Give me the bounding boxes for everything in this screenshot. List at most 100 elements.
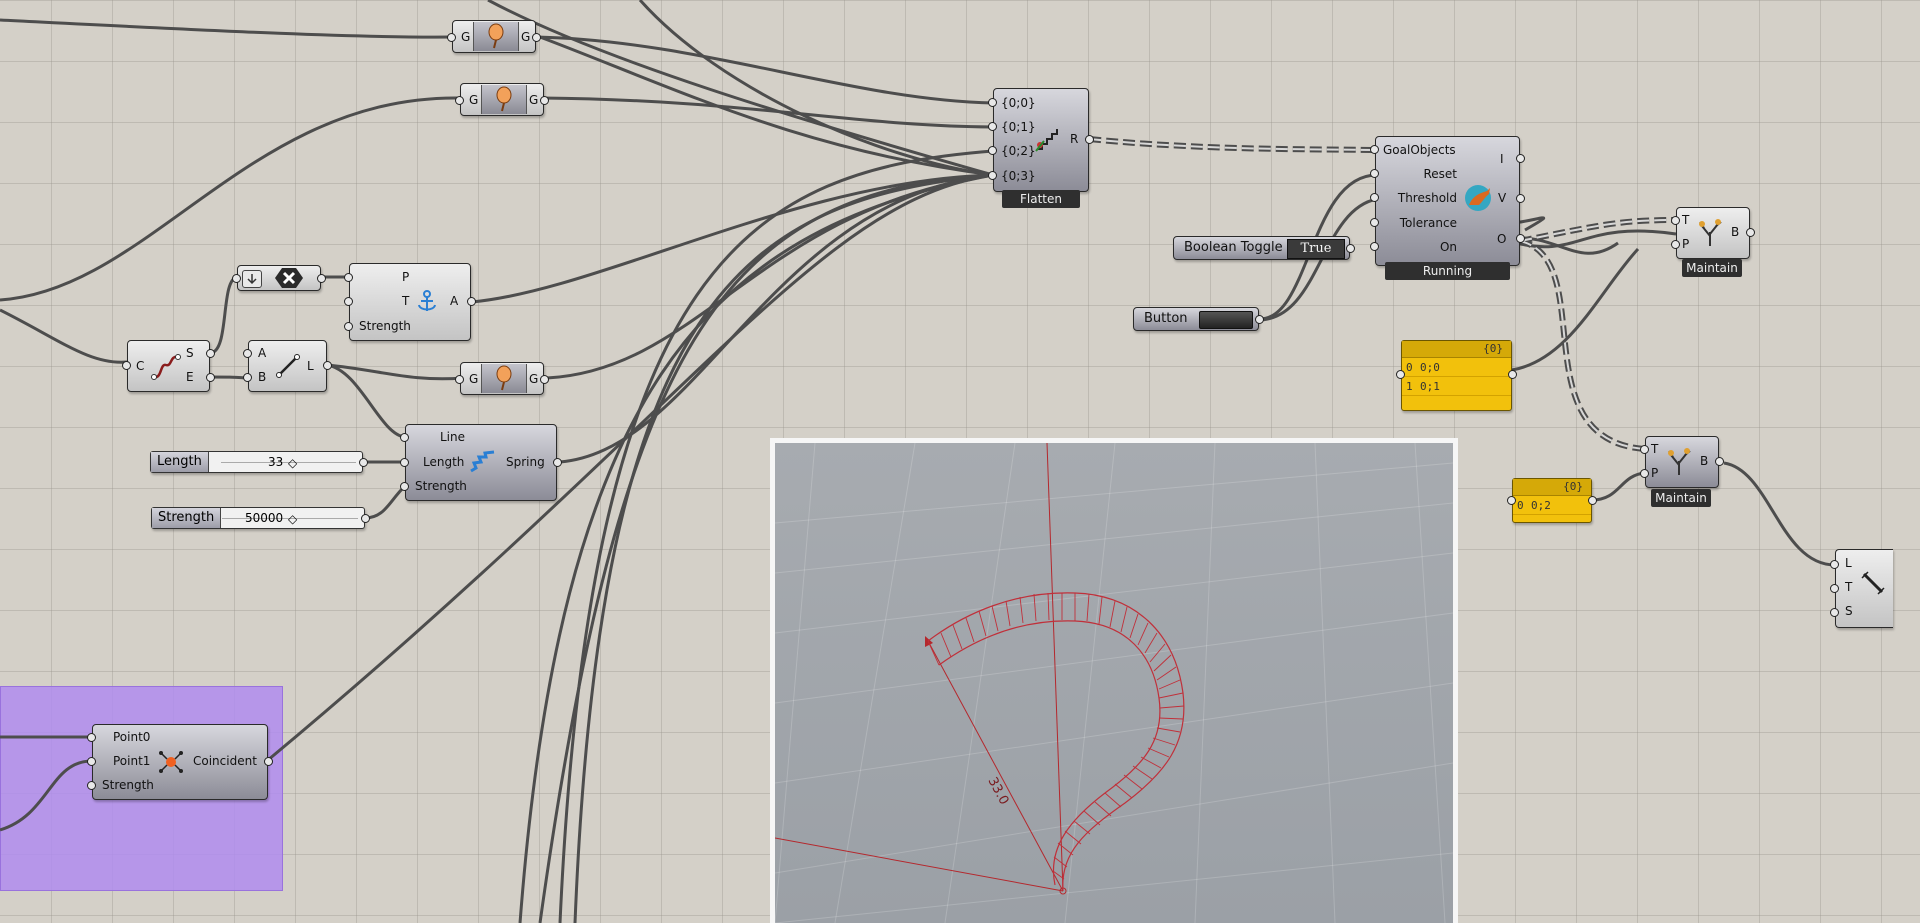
input-grip[interactable] <box>400 433 409 442</box>
input-grip[interactable] <box>1370 145 1379 154</box>
toggle-value[interactable]: True <box>1287 239 1345 259</box>
length-slider[interactable]: Length 33 ◇ <box>150 451 363 473</box>
anchor-output[interactable]: A <box>450 294 458 308</box>
output-grip[interactable] <box>1516 234 1525 243</box>
coincident-component[interactable]: Point0 Point1 Strength Coincident <box>92 724 268 800</box>
output-grip[interactable] <box>1746 228 1755 237</box>
solver-output-v[interactable]: V <box>1498 191 1506 205</box>
input-grip[interactable] <box>1396 370 1405 379</box>
output-grip[interactable] <box>540 375 549 384</box>
spring-component[interactable]: Line Length Strength Spring <box>405 424 557 501</box>
merge-input-3[interactable]: {0;3} <box>1001 169 1036 183</box>
output-grip[interactable] <box>540 96 549 105</box>
input-grip[interactable] <box>1671 240 1680 249</box>
pull-component-3[interactable]: G G <box>460 362 544 395</box>
input-grip[interactable] <box>87 733 96 742</box>
output-grip[interactable] <box>317 274 326 283</box>
output-grip[interactable] <box>206 349 215 358</box>
input-grip[interactable] <box>455 96 464 105</box>
endpoints-input-c[interactable]: C <box>136 359 144 373</box>
line-input-a[interactable]: A <box>258 346 266 360</box>
input-grip[interactable] <box>1640 445 1649 454</box>
input-grip[interactable] <box>122 361 131 370</box>
input-grip[interactable] <box>1370 169 1379 178</box>
anchor-component[interactable]: P T Strength A <box>349 263 471 341</box>
output-grip[interactable] <box>553 458 562 467</box>
grasshopper-canvas[interactable]: G G G G G G {0;0} {0;1} {0;2} {0;3} R Fl… <box>0 0 1920 923</box>
coincident-input-point1[interactable]: Point1 <box>113 754 150 768</box>
input-grip[interactable] <box>455 375 464 384</box>
solver-input-threshold[interactable]: Threshold <box>1398 191 1457 205</box>
solver-input-goalobjects[interactable]: GoalObjects <box>1383 143 1456 157</box>
output-grip[interactable] <box>264 757 273 766</box>
anchor-input-t[interactable]: T <box>402 294 409 308</box>
input-grip[interactable] <box>988 122 997 131</box>
merge-input-0[interactable]: {0;0} <box>1001 96 1036 110</box>
output-grip[interactable] <box>1588 496 1597 505</box>
pull-component-1[interactable]: G G <box>452 20 536 53</box>
button-component[interactable]: Button <box>1133 307 1259 331</box>
input-grip[interactable] <box>988 146 997 155</box>
input-grip[interactable] <box>1640 469 1649 478</box>
spring-input-strength[interactable]: Strength <box>415 479 467 493</box>
input-grip[interactable] <box>988 171 997 180</box>
output-grip[interactable] <box>206 373 215 382</box>
input-grip[interactable] <box>1830 560 1839 569</box>
preview-input-l[interactable]: L <box>1845 556 1852 570</box>
input-grip[interactable] <box>243 349 252 358</box>
output-grip[interactable] <box>359 458 368 467</box>
input-grip[interactable] <box>1830 608 1839 617</box>
output-grip[interactable] <box>323 361 332 370</box>
output-grip[interactable] <box>1715 457 1724 466</box>
anchor-input-p[interactable]: P <box>402 270 409 284</box>
output-grip[interactable] <box>1255 315 1264 324</box>
merge-input-1[interactable]: {0;1} <box>1001 120 1036 134</box>
input-grip[interactable] <box>1370 218 1379 227</box>
input-grip[interactable] <box>344 322 353 331</box>
merge-input-2[interactable]: {0;2} <box>1001 144 1036 158</box>
pull-component-2[interactable]: G G <box>460 83 544 116</box>
boolean-toggle[interactable]: Boolean Toggle True <box>1173 236 1350 260</box>
solver-input-on[interactable]: On <box>1440 240 1457 254</box>
maintain-component-2[interactable]: T P B <box>1645 436 1719 488</box>
output-grip[interactable] <box>532 33 541 42</box>
input-grip[interactable] <box>87 757 96 766</box>
line-input-b[interactable]: B <box>258 370 266 384</box>
spring-output[interactable]: Spring <box>506 455 545 469</box>
slider-handle[interactable]: ◇ <box>288 510 297 528</box>
output-grip[interactable] <box>1085 135 1094 144</box>
slider-handle[interactable]: ◇ <box>288 454 297 472</box>
input-grip[interactable] <box>1830 584 1839 593</box>
endpoints-output-e[interactable]: E <box>186 370 194 384</box>
input-grip[interactable] <box>87 781 96 790</box>
preview-input-s[interactable]: S <box>1845 604 1853 618</box>
maintain-input-p[interactable]: P <box>1651 466 1658 480</box>
solver-component[interactable]: GoalObjects Reset Threshold Tolerance On… <box>1375 136 1520 266</box>
data-input-component[interactable] <box>237 265 321 291</box>
maintain-output-b[interactable]: B <box>1700 454 1708 468</box>
input-grip[interactable] <box>232 274 241 283</box>
button-face[interactable] <box>1199 311 1253 329</box>
input-grip[interactable] <box>243 373 252 382</box>
output-grip[interactable] <box>361 514 370 523</box>
preview-component[interactable]: L T S <box>1835 549 1893 628</box>
spring-input-line[interactable]: Line <box>440 430 465 444</box>
output-grip[interactable] <box>1508 370 1517 379</box>
output-grip[interactable] <box>467 297 476 306</box>
preview-input-t[interactable]: T <box>1845 580 1852 594</box>
solver-output-o[interactable]: O <box>1497 232 1506 246</box>
panel-1[interactable]: {0} 0 0;0 1 0;1 <box>1401 340 1512 411</box>
input-grip[interactable] <box>344 273 353 282</box>
input-grip[interactable] <box>988 98 997 107</box>
input-grip[interactable] <box>400 482 409 491</box>
maintain-component-1[interactable]: T P B <box>1676 207 1750 259</box>
output-grip[interactable] <box>1346 244 1355 253</box>
merge-component[interactable]: {0;0} {0;1} {0;2} {0;3} R <box>993 88 1089 192</box>
solver-input-tolerance[interactable]: Tolerance <box>1400 216 1457 230</box>
input-grip[interactable] <box>344 297 353 306</box>
output-grip[interactable] <box>1516 154 1525 163</box>
input-grip[interactable] <box>400 458 409 467</box>
maintain-input-t[interactable]: T <box>1682 213 1689 227</box>
endpoints-component[interactable]: C S E <box>127 340 210 392</box>
coincident-input-point0[interactable]: Point0 <box>113 730 150 744</box>
